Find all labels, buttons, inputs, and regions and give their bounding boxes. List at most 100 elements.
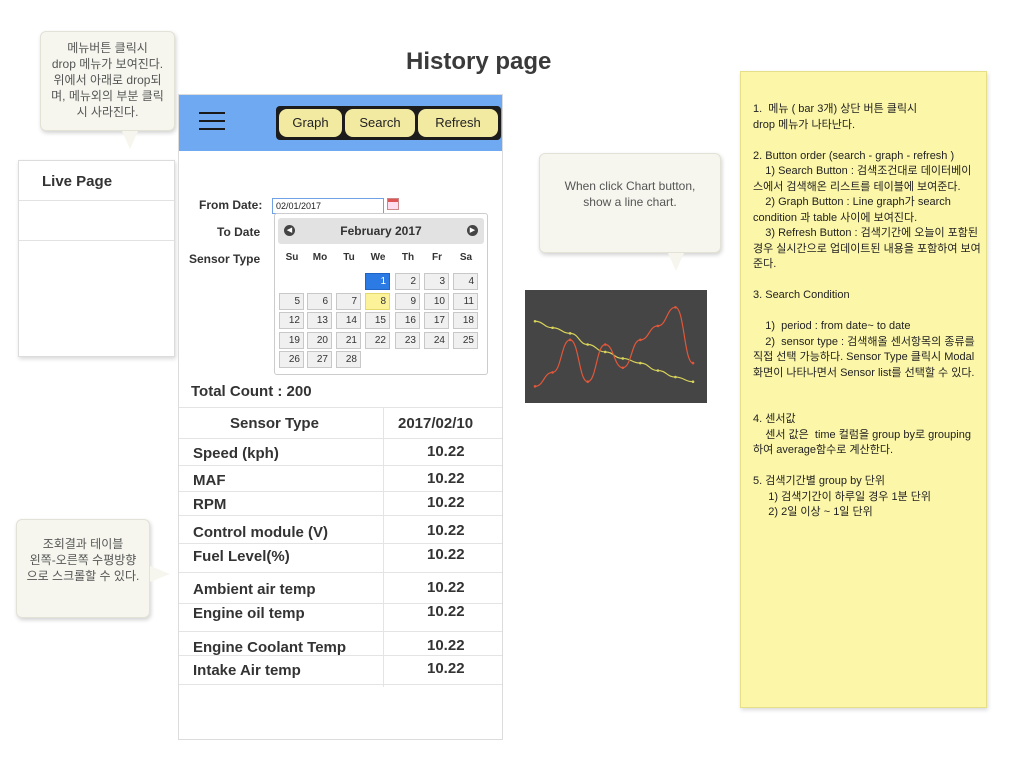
table-row-value: 10.22 <box>427 546 465 563</box>
calendar-header: ◀ February 2017 ▶ <box>278 218 484 244</box>
table-row-sensor-name: Engine oil temp <box>193 605 305 622</box>
chart-series-line <box>534 320 694 383</box>
chart-point <box>568 338 572 342</box>
chart-point <box>674 306 677 309</box>
chart-point <box>533 385 537 388</box>
calendar-day[interactable]: 27 <box>307 351 332 368</box>
sensor-type-label[interactable]: Sensor Type <box>189 252 260 266</box>
calendar-day[interactable]: 25 <box>453 331 478 349</box>
calendar-title: February 2017 <box>340 224 422 238</box>
calendar-day[interactable]: 24 <box>424 331 449 349</box>
weekday-header: Su <box>285 252 299 263</box>
table-row-value: 10.22 <box>427 522 465 539</box>
table-row-value: 10.22 <box>427 443 465 460</box>
calendar-day[interactable]: 23 <box>395 331 420 349</box>
chart-callout: When click Chart button, show a line cha… <box>539 153 721 253</box>
weekday-header: We <box>370 252 386 263</box>
chart-point <box>533 319 537 323</box>
weekday-header: Th <box>401 252 415 263</box>
chart-callout-text: When click Chart button, show a line cha… <box>564 179 696 209</box>
table-row-sensor-name: Intake Air temp <box>193 662 301 679</box>
calendar-day[interactable]: 22 <box>365 331 390 349</box>
table-row-sensor-name: MAF <box>193 472 226 489</box>
calendar-day[interactable]: 21 <box>336 331 361 349</box>
menu-item-live-page[interactable]: Live Page <box>19 161 174 201</box>
chart-point <box>639 338 642 342</box>
calendar-day[interactable]: 15 <box>365 312 390 329</box>
calendar-day[interactable]: 19 <box>279 331 304 349</box>
graph-button[interactable]: Graph <box>279 109 342 137</box>
page-title: History page <box>406 48 552 75</box>
calendar-day[interactable]: 13 <box>307 312 332 329</box>
chart-point <box>621 357 625 360</box>
hamburger-icon[interactable] <box>199 112 225 132</box>
chart-point <box>586 343 589 346</box>
table-row-sensor-name: Speed (kph) <box>193 445 279 462</box>
calendar-day[interactable]: 18 <box>453 312 478 329</box>
menu-callout-tail <box>122 131 138 149</box>
line-chart-thumbnail <box>525 290 707 403</box>
calendar-day[interactable]: 8 <box>365 292 390 310</box>
refresh-button[interactable]: Refresh <box>418 109 498 137</box>
weekday-header: Fr <box>432 252 442 263</box>
chart-point <box>691 361 695 365</box>
calendar-day[interactable]: 6 <box>307 292 332 310</box>
table-row-value: 10.22 <box>427 579 465 596</box>
next-month-icon[interactable]: ▶ <box>467 225 478 236</box>
from-date-label: From Date: <box>199 198 263 212</box>
table-row-value: 10.22 <box>427 660 465 677</box>
calendar-day[interactable]: 2 <box>395 273 420 290</box>
calendar-day[interactable]: 1 <box>365 273 390 290</box>
chart-point <box>656 324 660 328</box>
calendar-day[interactable]: 14 <box>336 312 361 329</box>
calendar-day[interactable]: 4 <box>453 273 478 290</box>
calendar-day[interactable]: 12 <box>279 312 304 329</box>
menu-callout: 메뉴버튼 클릭시 drop 메뉴가 보여진다. 위에서 아래로 drop되 며,… <box>40 31 175 131</box>
weekday-header: Mo <box>312 252 328 263</box>
from-date-input[interactable]: 02/01/2017 <box>272 198 384 214</box>
table-row-sensor-name: Control module (V) <box>193 524 328 541</box>
calendar-day[interactable]: 20 <box>307 331 332 349</box>
calendar-day[interactable]: 3 <box>424 273 449 290</box>
chart-point <box>551 371 554 374</box>
table-row-value: 10.22 <box>427 494 465 511</box>
line-chart <box>533 306 695 388</box>
table-row-value: 10.22 <box>427 637 465 654</box>
calendar-day[interactable]: 28 <box>336 351 361 368</box>
drop-menu: Live Page <box>18 160 175 357</box>
date-picker: ◀ February 2017 ▶ Su Mo Tu We Th Fr Sa 1 2 3 4 5 6 7 8… <box>274 213 488 375</box>
calendar-day[interactable]: 11 <box>453 292 478 310</box>
chart-point <box>586 380 589 383</box>
scroll-callout: 조회결과 테이블 왼쪽-오른쪽 수평방향 으로 스크롤할 수 있다. <box>16 519 150 618</box>
calendar-day[interactable]: 5 <box>279 292 304 310</box>
chart-point <box>568 332 572 335</box>
calendar-icon[interactable] <box>387 198 399 210</box>
calendar-day[interactable]: 16 <box>395 312 420 329</box>
sensor-type-column-header: Sensor Type <box>230 415 319 432</box>
table-row-sensor-name: Fuel Level(%) <box>193 548 290 565</box>
to-date-label[interactable]: To Date <box>217 225 260 239</box>
calendar-day[interactable]: 10 <box>424 292 449 310</box>
chart-point <box>691 380 695 383</box>
calendar-day[interactable]: 26 <box>279 351 304 368</box>
chart-point <box>639 361 642 365</box>
calendar-day[interactable]: 7 <box>336 292 361 310</box>
spec-note-text: 1. 메뉴 ( bar 3개) 상단 버튼 클릭시 drop 메뉴가 나타난다.… <box>753 103 981 518</box>
calendar-day[interactable]: 9 <box>395 292 420 310</box>
top-bar: Graph Search Refresh <box>179 95 502 151</box>
phone-screen: Graph Search Refresh From Date: 02/01/20… <box>178 94 503 740</box>
chart-point <box>621 366 625 370</box>
table-row-value: 10.22 <box>427 603 465 620</box>
chart-point <box>551 326 554 330</box>
scroll-callout-tail <box>150 566 170 582</box>
menu-item-empty-1[interactable] <box>19 201 174 241</box>
chart-point <box>603 350 607 354</box>
total-count: Total Count : 200 <box>191 383 312 400</box>
table-row-sensor-name: Engine Coolant Temp <box>193 639 347 656</box>
table-row-sensor-name: RPM <box>193 496 227 513</box>
chart-point <box>603 343 607 346</box>
search-button[interactable]: Search <box>345 109 415 137</box>
chart-point <box>674 375 677 379</box>
calendar-day[interactable]: 17 <box>424 312 449 329</box>
menu-callout-text: 메뉴버튼 클릭시 drop 메뉴가 보여진다. 위에서 아래로 drop되 며,… <box>51 41 164 119</box>
